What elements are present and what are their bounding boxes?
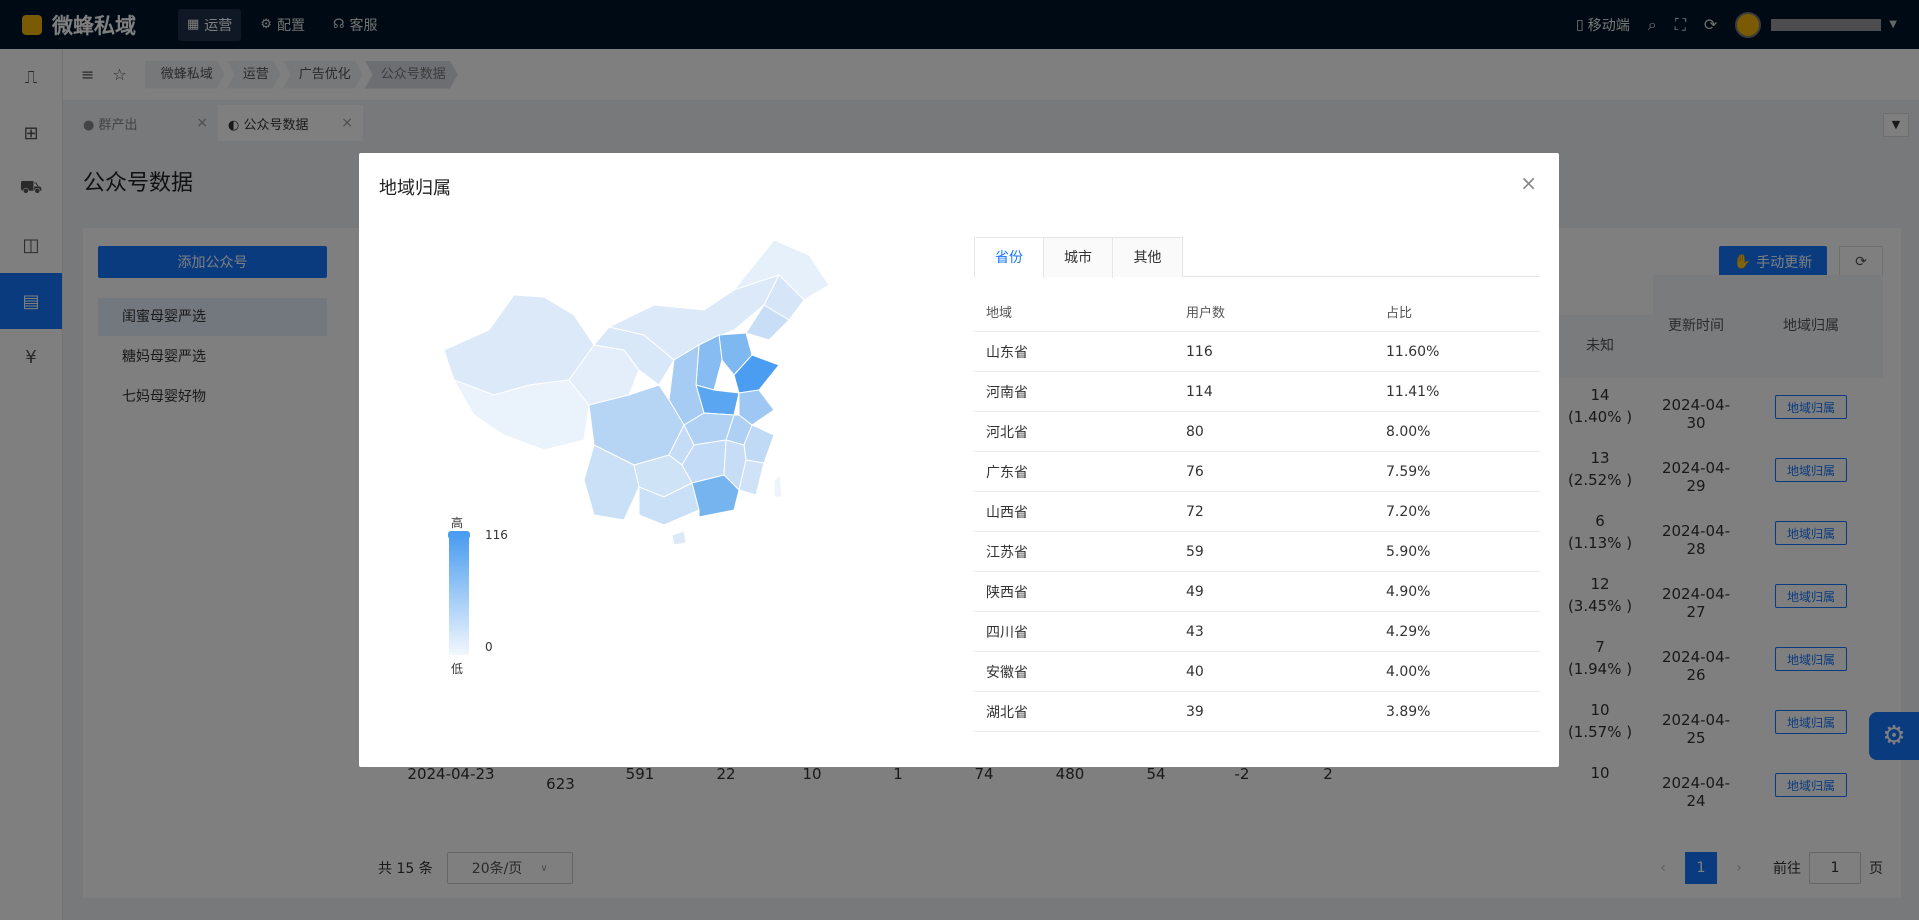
map-region-xizang <box>452 379 590 451</box>
column-header-users: 用户数 <box>1186 306 1226 321</box>
users-cell: 76 <box>1186 463 1204 480</box>
region-cell: 陕西省 <box>986 584 1028 601</box>
map-region-hainan <box>671 530 687 546</box>
users-cell: 59 <box>1186 543 1204 560</box>
legend-low-label: 低 <box>451 662 464 676</box>
users-cell: 116 <box>1186 343 1213 360</box>
map-region-taiwan <box>773 474 783 498</box>
region-cell: 湖北省 <box>986 704 1028 721</box>
pct-cell: 5.90% <box>1386 543 1431 560</box>
table-row: 山西省 72 7.20% <box>974 492 1540 532</box>
table-row: 河南省 114 11.41% <box>974 372 1540 412</box>
pct-cell: 3.89% <box>1386 703 1431 720</box>
table-row: 安徽省 40 4.00% <box>974 652 1540 692</box>
modal-title: 地域归属 <box>379 178 451 199</box>
table-row: 河北省 80 8.00% <box>974 412 1540 452</box>
column-header-pct: 占比 <box>1386 306 1413 321</box>
region-table: 地域 用户数 占比 山东省 116 11.60% 河南省 114 11.41% 河北省 80 8… <box>974 292 1540 732</box>
map-legend: 高 116 0 低 <box>441 514 521 694</box>
tab-other[interactable]: 其他 <box>1113 238 1182 278</box>
users-cell: 39 <box>1186 703 1204 720</box>
region-cell: 河北省 <box>986 424 1028 441</box>
legend-min: 0 <box>485 640 493 654</box>
region-cell: 河南省 <box>986 384 1028 401</box>
pct-cell: 8.00% <box>1386 423 1431 440</box>
legend-gradient <box>449 535 469 655</box>
users-cell: 72 <box>1186 503 1204 520</box>
pct-cell: 4.29% <box>1386 623 1431 640</box>
table-row: 江苏省 59 5.90% <box>974 532 1540 572</box>
table-header-row: 地域 用户数 占比 <box>974 292 1540 332</box>
users-cell: 49 <box>1186 583 1204 600</box>
region-tabs: 省份 城市 其他 <box>974 237 1540 278</box>
region-cell: 山东省 <box>986 344 1028 361</box>
pct-cell: 7.20% <box>1386 503 1431 520</box>
region-modal: 地域归属 × 高 116 0 低 省份 城市 其他 地域 用户数 占比 山东省 … <box>359 153 1559 767</box>
table-row: 广东省 76 7.59% <box>974 452 1540 492</box>
region-cell: 江苏省 <box>986 544 1028 561</box>
legend-max: 116 <box>485 528 508 542</box>
pct-cell: 4.90% <box>1386 583 1431 600</box>
table-row: 山东省 116 11.60% <box>974 332 1540 372</box>
pct-cell: 4.00% <box>1386 663 1431 680</box>
tab-city[interactable]: 城市 <box>1044 238 1113 278</box>
users-cell: 43 <box>1186 623 1204 640</box>
column-header-region: 地域 <box>986 306 1013 321</box>
users-cell: 40 <box>1186 663 1204 680</box>
region-cell: 广东省 <box>986 464 1028 481</box>
users-cell: 114 <box>1186 383 1213 400</box>
region-cell: 安徽省 <box>986 664 1028 681</box>
pct-cell: 11.60% <box>1386 343 1440 360</box>
users-cell: 80 <box>1186 423 1204 440</box>
region-cell: 山西省 <box>986 504 1028 521</box>
table-row: 四川省 43 4.29% <box>974 612 1540 652</box>
tab-province[interactable]: 省份 <box>975 238 1044 278</box>
region-cell: 四川省 <box>986 624 1028 641</box>
pct-cell: 11.41% <box>1386 383 1440 400</box>
table-row: 陕西省 49 4.90% <box>974 572 1540 612</box>
close-icon[interactable]: × <box>1520 171 1537 195</box>
legend-high-label: 高 <box>451 516 464 530</box>
pct-cell: 7.59% <box>1386 463 1431 480</box>
table-row: 湖北省 39 3.89% <box>974 692 1540 732</box>
